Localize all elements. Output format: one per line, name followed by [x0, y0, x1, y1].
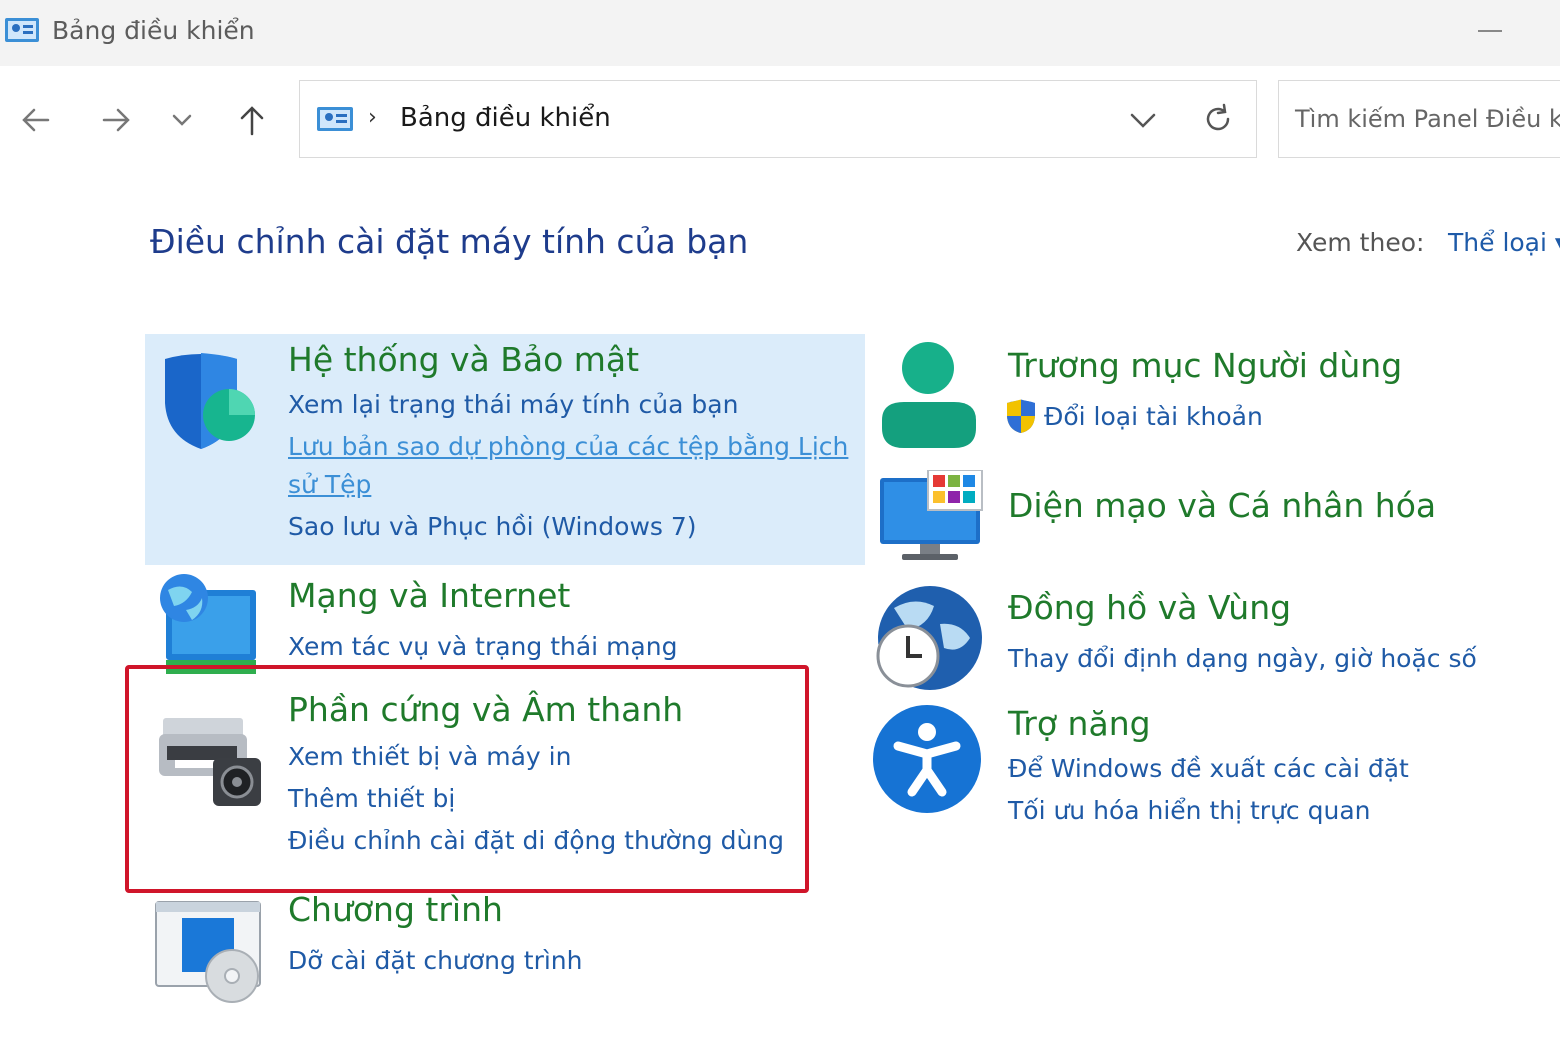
programs-disc-icon[interactable]: [152, 898, 262, 1008]
category-network-internet[interactable]: Mạng và Internet: [288, 576, 570, 615]
category-user-accounts[interactable]: Trương mục Người dùng: [1008, 346, 1402, 385]
arrow-left-icon: [22, 108, 50, 132]
address-bar[interactable]: › Bảng điều khiển: [299, 80, 1257, 158]
control-panel-icon: [316, 105, 354, 135]
uac-shield-icon: [1004, 398, 1038, 434]
link-backup-restore[interactable]: Sao lưu và Phục hồi (Windows 7): [288, 512, 697, 541]
accessibility-icon[interactable]: [872, 704, 982, 814]
view-by-dropdown[interactable]: Thể loại ▾: [1448, 228, 1560, 257]
link-optimize-display[interactable]: Tối ưu hóa hiển thị trực quan: [1008, 796, 1371, 825]
category-clock-region[interactable]: Đồng hồ và Vùng: [1008, 588, 1291, 627]
arrow-up-icon: [240, 106, 264, 136]
category-system-security[interactable]: Hệ thống và Bảo mật: [288, 340, 639, 379]
view-by-label: Xem theo:: [1296, 228, 1425, 257]
page-title: Điều chỉnh cài đặt máy tính của bạn: [150, 222, 749, 261]
link-file-history[interactable]: Lưu bản sao dự phòng của các tệp bằng Lị…: [288, 432, 848, 461]
address-dropdown-button[interactable]: [1126, 105, 1160, 135]
annotation-highlight-box: [125, 665, 809, 893]
link-change-formats[interactable]: Thay đổi định dạng ngày, giờ hoặc số: [1008, 644, 1477, 673]
link-change-account-type[interactable]: Đổi loại tài khoản: [1044, 402, 1263, 431]
category-programs[interactable]: Chương trình: [288, 890, 503, 929]
search-placeholder: Tìm kiếm Panel Điều kh: [1295, 105, 1560, 133]
link-review-status[interactable]: Xem lại trạng thái máy tính của bạn: [288, 390, 738, 419]
chevron-down-icon: [1130, 113, 1156, 128]
globe-clock-icon[interactable]: [874, 584, 984, 694]
refresh-button[interactable]: [1200, 101, 1236, 137]
forward-button[interactable]: [96, 100, 136, 140]
link-file-history-cont[interactable]: sử Tệp: [288, 470, 371, 499]
search-input[interactable]: Tìm kiếm Panel Điều kh: [1278, 80, 1560, 158]
back-button[interactable]: [16, 100, 56, 140]
category-appearance[interactable]: Diện mạo và Cá nhân hóa: [1008, 486, 1436, 525]
refresh-icon: [1206, 103, 1230, 131]
window-title: Bảng điều khiển: [52, 16, 255, 45]
minimize-button[interactable]: [1478, 30, 1502, 32]
control-panel-icon: [4, 16, 40, 46]
category-ease-of-access[interactable]: Trợ năng: [1008, 704, 1151, 743]
arrow-right-icon: [102, 108, 130, 132]
breadcrumb-separator: ›: [368, 105, 377, 130]
security-shield-icon[interactable]: [155, 345, 265, 455]
breadcrumb-item[interactable]: Bảng điều khiển: [400, 103, 611, 133]
title-bar: Bảng điều khiển: [0, 0, 1560, 66]
link-uninstall-program[interactable]: Dỡ cài đặt chương trình: [288, 946, 583, 975]
link-suggest-settings[interactable]: Để Windows đề xuất các cài đặt: [1008, 754, 1409, 783]
link-network-status[interactable]: Xem tác vụ và trạng thái mạng: [288, 632, 677, 661]
user-accounts-icon[interactable]: [874, 340, 984, 450]
monitor-personalize-icon[interactable]: [876, 470, 986, 580]
up-button[interactable]: [232, 100, 272, 140]
recent-locations-button[interactable]: [162, 100, 202, 140]
chevron-down-icon: [172, 114, 192, 126]
